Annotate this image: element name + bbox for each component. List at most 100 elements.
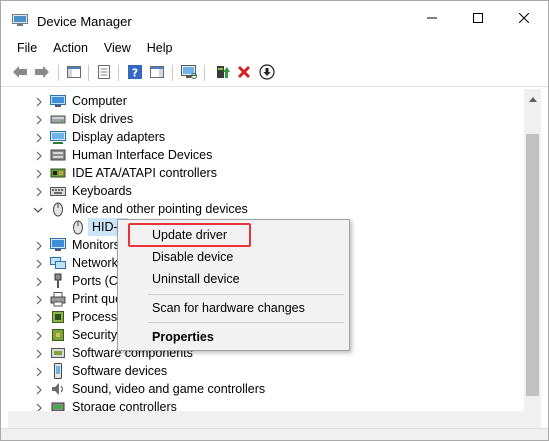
chevron-right-icon[interactable]	[35, 312, 43, 323]
tree-item-keyboards[interactable]: Keyboards	[8, 182, 524, 200]
properties-icon	[96, 64, 112, 83]
ide-controller-icon	[50, 165, 66, 181]
toolbar: ?	[1, 59, 548, 87]
tree-item-label: Network	[72, 256, 118, 270]
tree-item-storage-controllers[interactable]: Storage controllers	[8, 398, 524, 411]
tree-item-label: Print que	[72, 292, 123, 306]
chevron-right-icon[interactable]	[35, 240, 43, 251]
forward-button[interactable]	[33, 64, 51, 82]
action-pane-button[interactable]	[148, 64, 166, 82]
toolbar-separator	[58, 65, 59, 81]
tree-item-mice-and-other-pointing-devices[interactable]: Mice and other pointing devices	[8, 200, 524, 218]
disk-drive-icon	[50, 111, 66, 127]
tree-item-label: Display adapters	[72, 130, 166, 144]
menu-view[interactable]: View	[104, 38, 131, 58]
highlight-box	[128, 223, 251, 247]
properties-menu-item[interactable]: Properties	[118, 326, 349, 348]
menu-file[interactable]: File	[17, 38, 37, 58]
tree-item-disk-drives[interactable]: Disk drives	[8, 110, 524, 128]
chevron-right-icon[interactable]	[35, 258, 43, 269]
chevron-right-icon[interactable]	[35, 96, 43, 107]
software-device-icon	[50, 363, 66, 379]
action-pane-icon	[149, 64, 165, 83]
horizontal-scrollbar[interactable]	[8, 411, 541, 428]
computer-icon	[50, 93, 66, 109]
monitor-icon	[50, 237, 66, 253]
tree-item-label: Storage controllers	[72, 400, 177, 411]
uninstall-device-menu-item[interactable]: Uninstall device	[118, 268, 349, 290]
menu-bar: File Action View Help	[1, 38, 173, 58]
tree-item-label: IDE ATA/ATAPI controllers	[72, 166, 217, 180]
tree-item-ide-ata-atapi-controllers[interactable]: IDE ATA/ATAPI controllers	[8, 164, 524, 182]
chevron-up-icon	[528, 91, 537, 105]
back-arrow-icon	[12, 65, 28, 82]
tree-item-label: Human Interface Devices	[72, 148, 213, 162]
chevron-right-icon[interactable]	[35, 276, 43, 287]
tree-item-software-devices[interactable]: Software devices	[8, 362, 524, 380]
menu-item-label: Scan for hardware changes	[152, 301, 305, 315]
chevron-right-icon[interactable]	[35, 168, 43, 179]
chevron-right-icon[interactable]	[35, 150, 43, 161]
menu-separator	[148, 322, 344, 323]
properties-button[interactable]	[95, 64, 113, 82]
context-menu: Update driver Disable device Uninstall d…	[117, 219, 350, 351]
device-manager-icon	[12, 14, 28, 26]
vertical-scrollbar[interactable]	[524, 89, 541, 411]
scan-hardware-menu-item[interactable]: Scan for hardware changes	[118, 297, 349, 319]
show-hide-console-tree-button[interactable]	[65, 64, 83, 82]
console-tree-icon	[66, 64, 82, 83]
red-x-icon	[237, 65, 251, 82]
tree-item-label: Security	[72, 328, 118, 342]
toolbar-separator	[204, 65, 205, 81]
maximize-icon	[473, 12, 483, 26]
security-device-icon	[50, 327, 66, 343]
disable-device-button[interactable]	[258, 63, 276, 83]
storage-controller-icon	[50, 399, 66, 411]
chevron-down-icon[interactable]	[33, 204, 43, 214]
uninstall-device-button[interactable]	[235, 64, 253, 82]
tree-item-label: Keyboards	[72, 184, 132, 198]
close-icon	[518, 12, 530, 26]
maximize-button[interactable]	[455, 1, 501, 37]
scroll-thumb[interactable]	[526, 134, 539, 396]
chevron-right-icon[interactable]	[35, 348, 43, 359]
mouse-icon	[50, 201, 66, 217]
update-driver-button[interactable]	[213, 64, 231, 82]
scroll-up-button[interactable]	[524, 89, 541, 106]
menu-item-label: Disable device	[152, 250, 234, 264]
chevron-right-icon[interactable]	[35, 132, 43, 143]
tree-item-label: Computer	[72, 94, 127, 108]
chevron-right-icon[interactable]	[35, 384, 43, 395]
chevron-right-icon[interactable]	[35, 294, 43, 305]
help-button[interactable]: ?	[126, 64, 144, 82]
minimize-button[interactable]	[409, 1, 455, 37]
scan-hardware-button[interactable]	[180, 64, 198, 82]
chevron-right-icon[interactable]	[35, 186, 43, 197]
svg-text:?: ?	[132, 66, 138, 79]
close-button[interactable]	[501, 1, 547, 37]
tree-item-computer[interactable]: Computer	[8, 92, 524, 110]
keyboard-icon	[50, 183, 66, 199]
tree-item-label: Monitors	[72, 238, 120, 252]
tree-item-display-adapters[interactable]: Display adapters	[8, 128, 524, 146]
menu-action[interactable]: Action	[53, 38, 88, 58]
chevron-right-icon[interactable]	[35, 114, 43, 125]
display-adapter-icon	[50, 129, 66, 145]
tree-item-human-interface-devices[interactable]: Human Interface Devices	[8, 146, 524, 164]
disable-device-menu-item[interactable]: Disable device	[118, 246, 349, 268]
title-bar[interactable]: Device Manager	[1, 1, 548, 37]
tree-item-sound-video-and-game-controllers[interactable]: Sound, video and game controllers	[8, 380, 524, 398]
update-driver-icon	[214, 64, 230, 83]
chevron-right-icon[interactable]	[35, 366, 43, 377]
processor-icon	[50, 309, 66, 325]
back-button[interactable]	[11, 64, 29, 82]
menu-help[interactable]: Help	[147, 38, 173, 58]
chevron-right-icon[interactable]	[35, 402, 43, 411]
monitor-scan-icon	[180, 64, 198, 83]
chevron-right-icon[interactable]	[35, 330, 43, 341]
tree-item-label: Software devices	[72, 364, 168, 378]
printer-icon	[50, 291, 66, 307]
disable-down-arrow-icon	[259, 63, 275, 83]
tree-item-label: Sound, video and game controllers	[72, 382, 266, 396]
software-component-icon	[50, 345, 66, 361]
